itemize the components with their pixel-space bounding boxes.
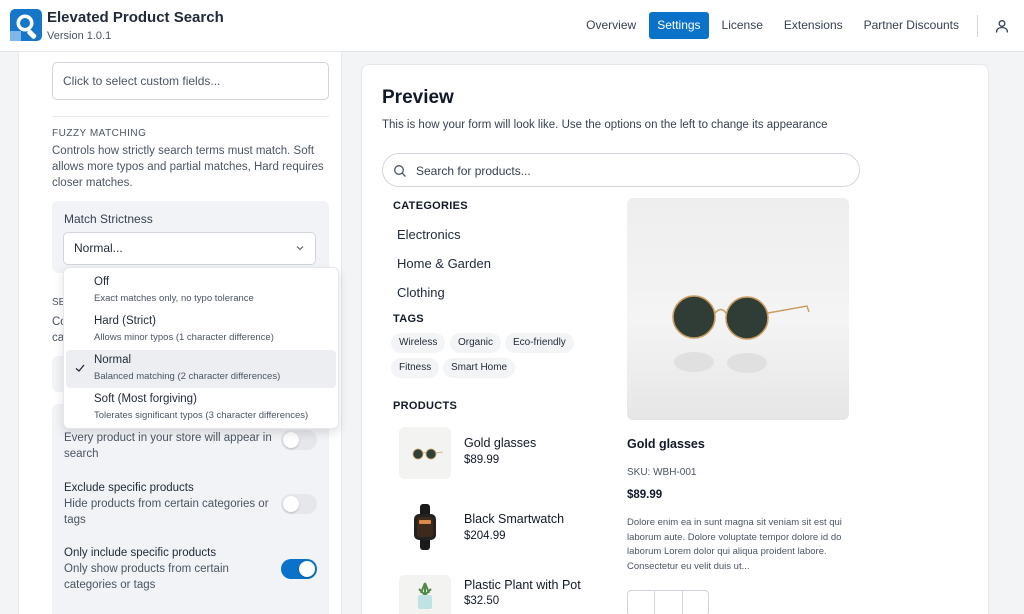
products-heading: PRODUCTS [393, 400, 458, 412]
product-scope-options: Every product in your store will appear … [52, 404, 329, 614]
option-title: Soft (Most forgiving) [94, 393, 197, 405]
option-include-desc: Only show products from certain categori… [64, 563, 229, 591]
product-price: $89.99 [464, 454, 500, 466]
product-name[interactable]: Gold glasses [464, 436, 536, 450]
strictness-option-hard[interactable]: Hard (Strict) Allows minor typos (1 char… [66, 311, 336, 349]
category-home-garden[interactable]: Home & Garden [397, 256, 491, 271]
preview-title: Preview [382, 87, 454, 108]
option-exclude-products: Exclude specific products Hide products … [64, 480, 274, 528]
section-divider [52, 116, 329, 117]
product-thumb-glasses[interactable] [399, 427, 451, 479]
product-detail-sku: SKU: WBH-001 [627, 467, 697, 478]
tags-heading: TAGS [393, 313, 424, 325]
option-exclude-title: Exclude specific products [64, 482, 194, 494]
nav-settings[interactable]: Settings [649, 12, 709, 39]
option-exclude-desc: Hide products from certain categories or… [64, 498, 269, 526]
main-nav: Overview Settings License Extensions Par… [573, 12, 1012, 39]
option-description: Exact matches only, no typo tolerance [94, 293, 254, 304]
app-logo-icon [10, 9, 42, 41]
option-all-products: Every product in your store will appear … [64, 430, 274, 462]
option-include-title: Only include specific products [64, 547, 217, 559]
quantity-stepper[interactable] [627, 590, 709, 614]
nav-overview[interactable]: Overview [578, 12, 644, 39]
nav-divider [977, 14, 978, 37]
product-thumb-plant[interactable] [399, 575, 451, 614]
app-title: Elevated Product Search [47, 9, 224, 26]
strictness-option-normal[interactable]: Normal Balanced matching (2 character di… [66, 350, 336, 388]
search-icon [394, 165, 406, 177]
preview-panel: Preview This is how your form will look … [361, 64, 989, 614]
category-clothing[interactable]: Clothing [397, 285, 445, 300]
product-detail-image [627, 198, 849, 420]
fuzzy-matching-label: FUZZY MATCHING [52, 128, 147, 139]
nav-extensions[interactable]: Extensions [776, 12, 851, 39]
option-title: Normal [94, 354, 132, 366]
all-products-toggle[interactable] [281, 430, 317, 450]
product-price: $204.99 [464, 530, 506, 542]
match-strictness-group: Match Strictness Normal... [52, 201, 329, 273]
match-strictness-label: Match Strictness [64, 212, 153, 226]
option-description: Tolerates significant typos (3 character… [94, 410, 309, 421]
check-icon [75, 364, 85, 372]
option-description: Balanced matching (2 character differenc… [94, 371, 281, 382]
option-include-products: Only include specific products Only show… [64, 545, 274, 593]
match-strictness-value: Normal... [74, 241, 123, 255]
strictness-option-soft[interactable]: Soft (Most forgiving) Tolerates signific… [66, 389, 336, 427]
categories-heading: CATEGORIES [393, 200, 468, 212]
product-name[interactable]: Plastic Plant with Pot [464, 578, 581, 592]
stepper-divider [654, 591, 655, 614]
product-detail-description: Dolore enim ea in sunt magna sit veniam … [627, 517, 842, 572]
option-title: Off [94, 276, 110, 288]
preview-description: This is how your form will look like. Us… [382, 119, 828, 131]
search-placeholder: Search for products... [416, 164, 531, 178]
stepper-divider [682, 591, 683, 614]
user-icon[interactable] [992, 16, 1012, 36]
option-description: Allows minor typos (1 character differen… [94, 332, 274, 343]
product-thumb-smartwatch[interactable] [399, 501, 451, 553]
exclude-products-toggle[interactable] [281, 494, 317, 514]
match-strictness-dropdown: Off Exact matches only, no typo toleranc… [63, 267, 339, 429]
fuzzy-matching-description: Controls how strictly search terms must … [52, 145, 324, 189]
tag-eco-friendly[interactable]: Eco-friendly [505, 333, 574, 353]
tag-wireless[interactable]: Wireless [391, 333, 446, 353]
top-bar: Elevated Product Search Version 1.0.1 Ov… [0, 0, 1024, 52]
strictness-option-off[interactable]: Off Exact matches only, no typo toleranc… [66, 272, 336, 310]
tag-fitness[interactable]: Fitness [391, 358, 440, 378]
tag-organic[interactable]: Organic [450, 333, 502, 353]
product-detail-name: Gold glasses [627, 437, 705, 451]
app-version: Version 1.0.1 [47, 30, 112, 42]
include-products-toggle[interactable] [281, 559, 317, 579]
option-all-products-desc: Every product in your store will appear … [64, 432, 272, 460]
tag-smart-home[interactable]: Smart Home [443, 358, 516, 378]
preview-search-input[interactable]: Search for products... [382, 153, 860, 187]
category-electronics[interactable]: Electronics [397, 227, 461, 242]
option-title: Hard (Strict) [94, 315, 156, 327]
nav-license[interactable]: License [714, 12, 771, 39]
product-price: $32.50 [464, 595, 500, 607]
chevron-down-icon [296, 246, 304, 251]
match-strictness-select[interactable]: Normal... [63, 232, 316, 265]
nav-partner-discounts[interactable]: Partner Discounts [856, 12, 967, 39]
product-detail-price: $89.99 [627, 489, 663, 501]
custom-fields-select[interactable]: Click to select custom fields... [52, 62, 329, 100]
product-name[interactable]: Black Smartwatch [464, 512, 564, 526]
